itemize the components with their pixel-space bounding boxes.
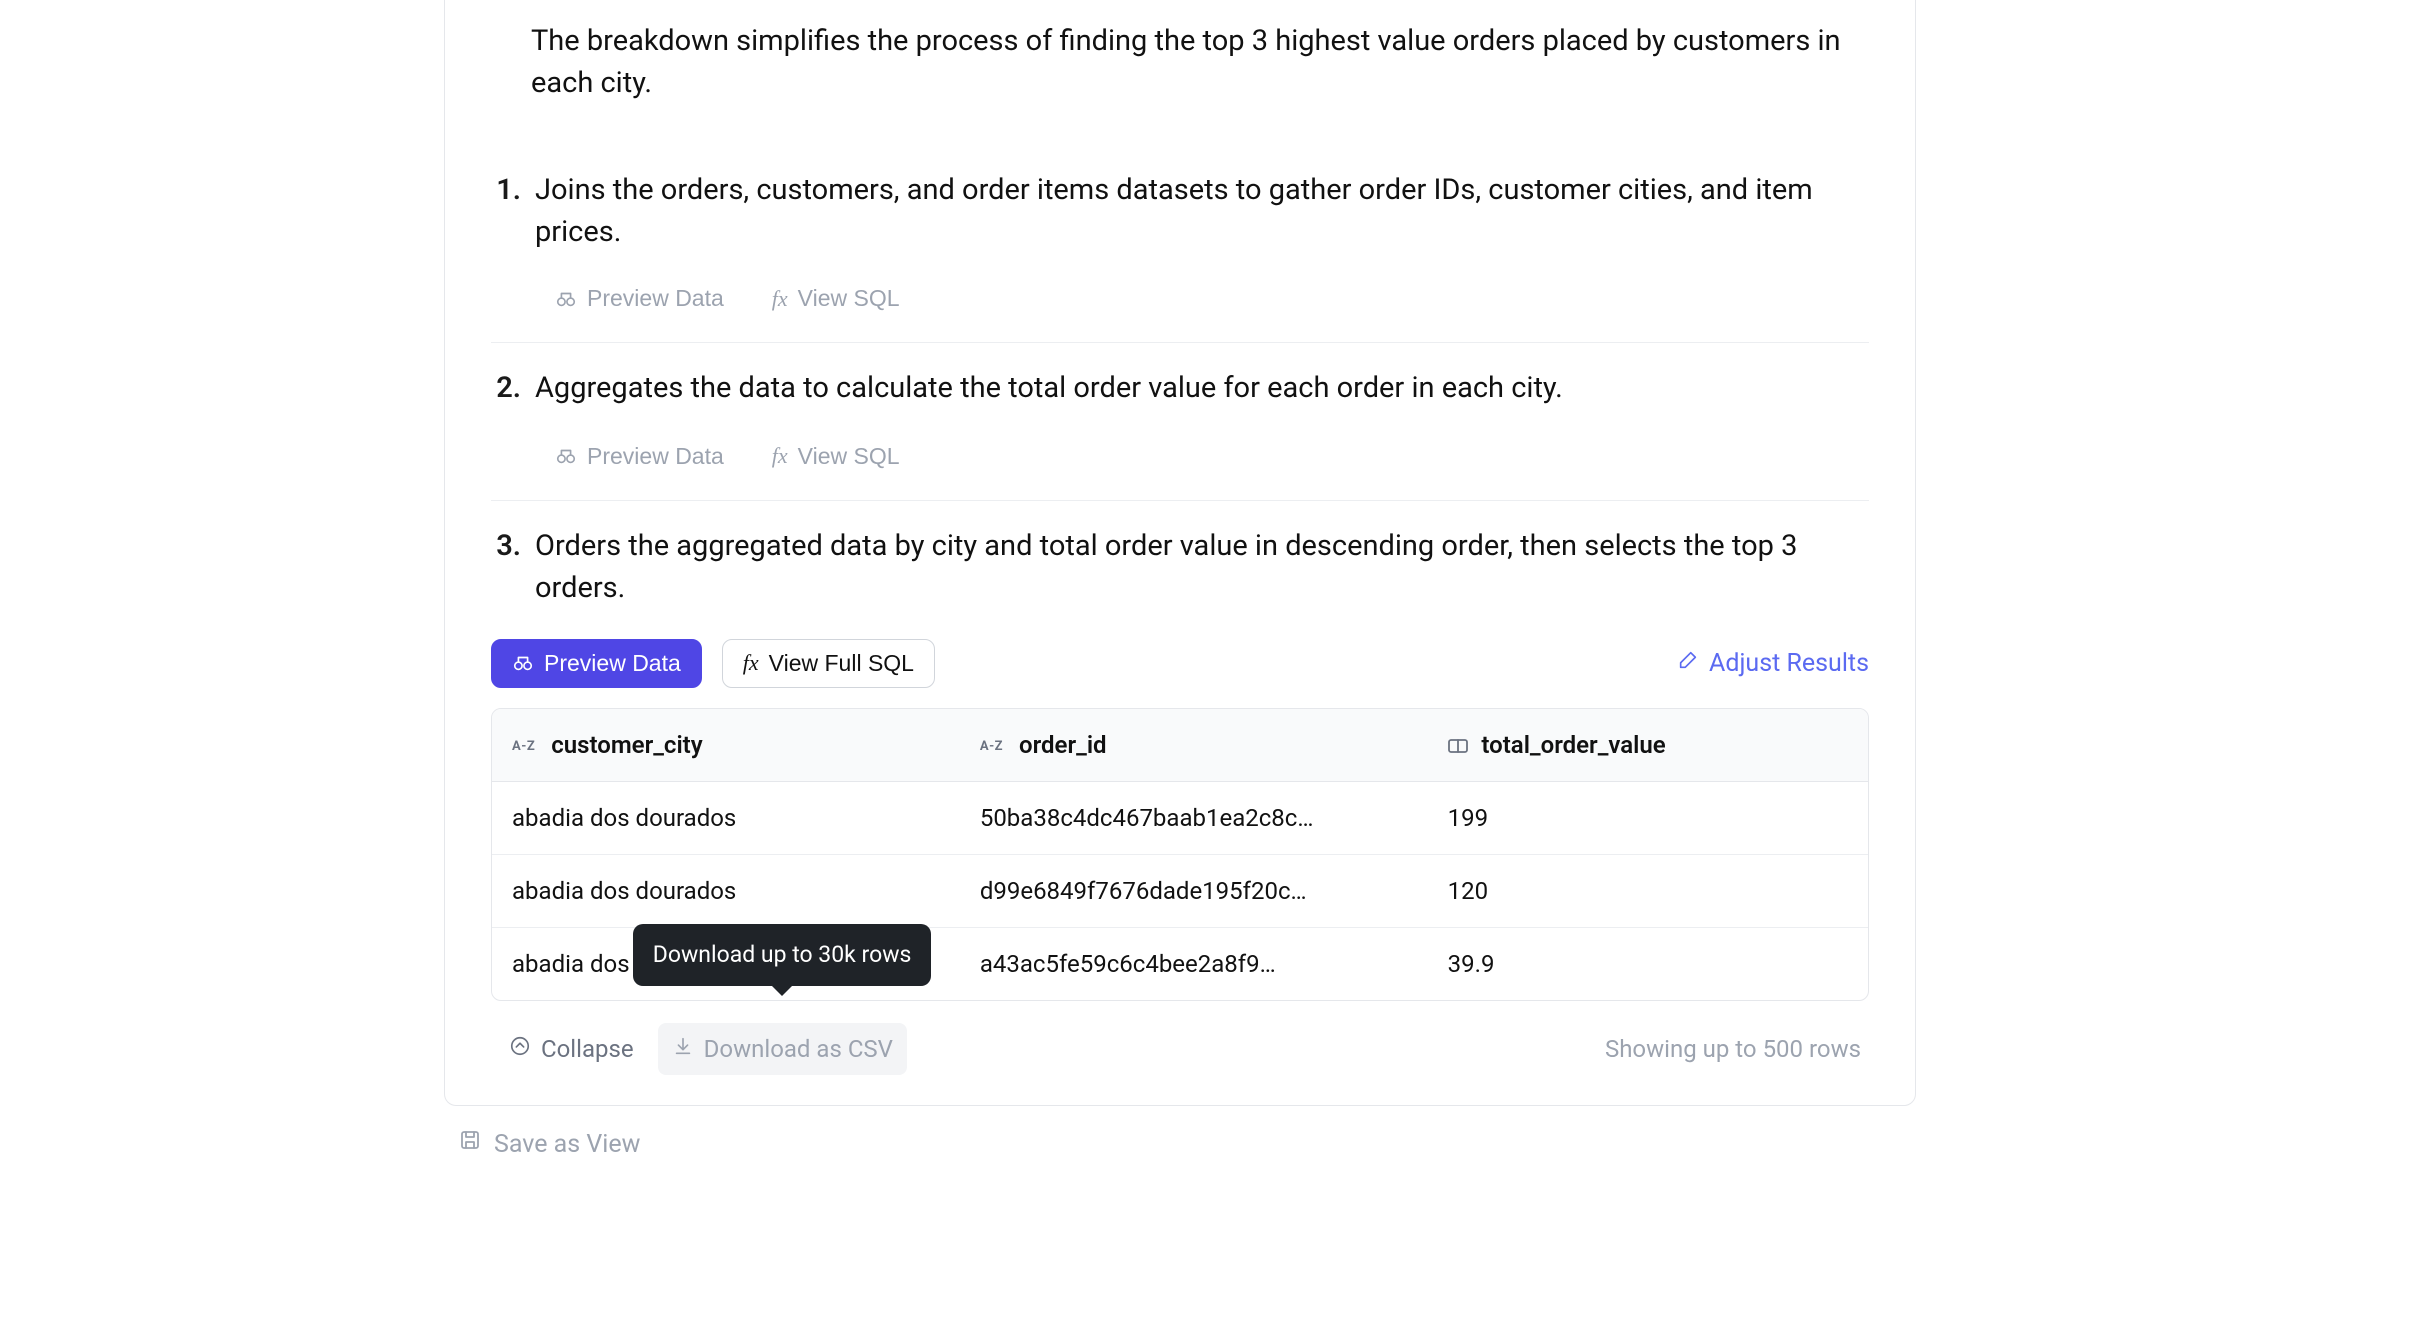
pencil-icon bbox=[1677, 645, 1699, 683]
column-header-order-id[interactable]: A-Z order_id bbox=[960, 709, 1428, 782]
preview-data-button[interactable]: Preview Data bbox=[545, 437, 734, 476]
cell-city: abadia dos dourados bbox=[492, 781, 960, 854]
step-3: 3. Orders the aggregated data by city an… bbox=[491, 500, 1869, 1075]
fx-icon: fx bbox=[772, 443, 788, 469]
cell-value: 39.9 bbox=[1428, 927, 1868, 1000]
view-sql-button[interactable]: fx View SQL bbox=[762, 279, 910, 318]
binoculars-icon bbox=[555, 445, 577, 467]
cell-value: 120 bbox=[1428, 854, 1868, 927]
chevron-up-circle-icon bbox=[509, 1031, 531, 1067]
view-sql-label: View SQL bbox=[798, 443, 900, 470]
binoculars-icon bbox=[512, 652, 534, 674]
preview-data-label: Preview Data bbox=[544, 650, 681, 677]
step-1-number: 1. bbox=[491, 169, 521, 213]
preview-data-button-active[interactable]: Preview Data bbox=[491, 639, 702, 688]
table-footer: Collapse Download as CSV Showing up to 5… bbox=[491, 1001, 1869, 1075]
rows-showing-note: Showing up to 500 rows bbox=[1605, 1031, 1861, 1067]
collapse-label: Collapse bbox=[541, 1031, 634, 1067]
preview-data-label: Preview Data bbox=[587, 443, 724, 470]
column-label: total_order_value bbox=[1481, 731, 1665, 759]
step-2-number: 2. bbox=[491, 367, 521, 411]
adjust-results-label: Adjust Results bbox=[1709, 645, 1869, 683]
number-type-icon bbox=[1448, 739, 1472, 754]
step-1-text: Joins the orders, customers, and order i… bbox=[535, 169, 1869, 253]
download-csv-label: Download as CSV bbox=[704, 1031, 893, 1067]
download-tooltip: Download up to 30k rows bbox=[633, 924, 932, 987]
binoculars-icon bbox=[555, 288, 577, 310]
view-sql-button[interactable]: fx View SQL bbox=[762, 437, 910, 476]
view-sql-label: View SQL bbox=[798, 285, 900, 312]
column-header-customer-city[interactable]: A-Z customer_city bbox=[492, 709, 960, 782]
step-2-text: Aggregates the data to calculate the tot… bbox=[535, 367, 1869, 409]
column-label: customer_city bbox=[551, 731, 702, 759]
preview-data-button[interactable]: Preview Data bbox=[545, 279, 734, 318]
collapse-button[interactable]: Collapse bbox=[509, 1031, 634, 1067]
column-label: order_id bbox=[1019, 731, 1107, 759]
text-type-icon: A-Z bbox=[512, 739, 535, 754]
cell-order: a43ac5fe59c6c4bee2a8f9… bbox=[960, 927, 1428, 1000]
save-as-view-button[interactable]: Save as View bbox=[458, 1126, 640, 1164]
cell-order: d99e6849f7676dade195f20c… bbox=[960, 854, 1428, 927]
save-icon bbox=[458, 1126, 482, 1164]
view-full-sql-button[interactable]: fx View Full SQL bbox=[722, 639, 935, 688]
adjust-results-link[interactable]: Adjust Results bbox=[1677, 645, 1869, 683]
fx-icon: fx bbox=[772, 286, 788, 312]
text-type-icon: A-Z bbox=[980, 739, 1003, 754]
save-as-view-label: Save as View bbox=[494, 1126, 640, 1164]
view-full-sql-label: View Full SQL bbox=[769, 650, 914, 677]
table-row[interactable]: abadia dos dourados 50ba38c4dc467baab1ea… bbox=[492, 781, 1868, 854]
column-header-total-order-value[interactable]: total_order_value bbox=[1428, 709, 1868, 782]
cell-order: 50ba38c4dc467baab1ea2c8c… bbox=[960, 781, 1428, 854]
fx-icon: fx bbox=[743, 650, 759, 676]
step-2: 2. Aggregates the data to calculate the … bbox=[491, 342, 1869, 500]
table-row[interactable]: abadia dos dourados d99e6849f7676dade195… bbox=[492, 854, 1868, 927]
step-1: 1. Joins the orders, customers, and orde… bbox=[491, 144, 1869, 342]
cell-city: abadia dos dourados bbox=[492, 854, 960, 927]
step-3-text: Orders the aggregated data by city and t… bbox=[535, 525, 1869, 609]
step-3-number: 3. bbox=[491, 525, 521, 569]
cell-value: 199 bbox=[1428, 781, 1868, 854]
breakdown-intro: The breakdown simplifies the process of … bbox=[491, 0, 1869, 144]
download-csv-button[interactable]: Download as CSV bbox=[658, 1023, 907, 1075]
preview-data-label: Preview Data bbox=[587, 285, 724, 312]
download-icon bbox=[672, 1031, 694, 1067]
